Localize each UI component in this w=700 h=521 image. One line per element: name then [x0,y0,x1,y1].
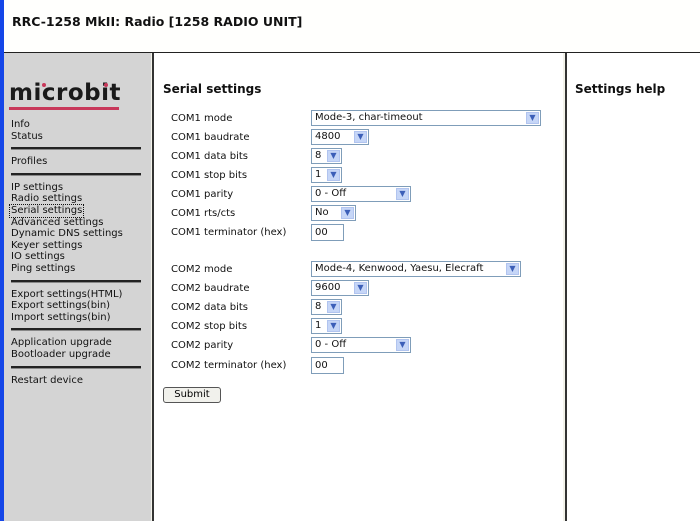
header-frame: RRC-1258 MkII: Radio [1258 RADIO UNIT] [4,0,700,53]
sidebar-item-application-upgrade[interactable]: Application upgrade [11,337,141,349]
sidebar-item-info[interactable]: Info [11,119,141,131]
com1-terminator-input[interactable]: 00 [311,224,344,241]
com2-databits-select[interactable]: 8 ▼ [311,299,342,315]
nav-divider [11,147,141,151]
chevron-down-icon: ▼ [327,169,340,181]
nav-divider [11,328,141,332]
com1-baud-label: COM1 baudrate [171,132,250,143]
com1-terminator-label: COM1 terminator (hex) [171,227,287,238]
logo-underline [9,107,119,110]
com1-databits-label: COM1 data bits [171,151,248,162]
sidebar-item-profiles[interactable]: Profiles [11,156,141,168]
sidebar-item-radio-settings[interactable]: Radio settings [11,193,141,205]
com1-stopbits-label: COM1 stop bits [171,170,248,181]
sidebar-item-bootloader-upgrade[interactable]: Bootloader upgrade [11,349,141,361]
chevron-down-icon: ▼ [506,263,519,275]
com2-terminator-input[interactable]: 00 [311,357,344,374]
chevron-down-icon: ▼ [526,112,539,124]
com2-stopbits-label: COM2 stop bits [171,321,248,332]
sidebar-item-io-settings[interactable]: IO settings [11,251,141,263]
chevron-down-icon: ▼ [396,339,409,351]
com1-stopbits-select[interactable]: 1 ▼ [311,167,342,183]
sidebar-item-import-bin[interactable]: Import settings(bin) [11,312,141,324]
com2-stopbits-select[interactable]: 1 ▼ [311,318,342,334]
sidebar-item-ping-settings[interactable]: Ping settings [11,263,141,275]
chevron-down-icon: ▼ [354,131,367,143]
page-title: RRC-1258 MkII: Radio [1258 RADIO UNIT] [12,14,303,29]
chevron-down-icon: ▼ [396,188,409,200]
sidebar-item-export-bin[interactable]: Export settings(bin) [11,300,141,312]
frame-divider-left[interactable] [152,53,154,521]
chevron-down-icon: ▼ [341,207,354,219]
com2-mode-label: COM2 mode [171,264,233,275]
main-frame: Serial settings COM1 mode Mode-3, char-t… [155,53,563,521]
com1-mode-select[interactable]: Mode-3, char-timeout ▼ [311,110,541,126]
com2-databits-label: COM2 data bits [171,302,248,313]
sidebar-item-restart-device[interactable]: Restart device [11,375,141,387]
sidebar-item-export-html[interactable]: Export settings(HTML) [11,289,141,301]
chevron-down-icon: ▼ [354,282,367,294]
submit-button[interactable]: Submit [163,387,221,403]
com1-parity-label: COM1 parity [171,189,234,200]
com1-mode-label: COM1 mode [171,113,233,124]
com2-baud-label: COM2 baudrate [171,283,250,294]
sidebar-item-serial-settings[interactable]: Serial settings [8,204,85,218]
help-heading: Settings help [575,82,666,96]
com1-rtscts-select[interactable]: No ▼ [311,205,356,221]
com2-parity-select[interactable]: 0 - Off ▼ [311,337,411,353]
sidebar-item-status[interactable]: Status [11,131,141,143]
com2-terminator-label: COM2 terminator (hex) [171,360,287,371]
com1-databits-select[interactable]: 8 ▼ [311,148,342,164]
com1-rtscts-label: COM1 rts/cts [171,208,236,219]
microbit-logo: microbit [9,80,121,112]
com2-parity-label: COM2 parity [171,340,234,351]
chevron-down-icon: ▼ [327,150,340,162]
sidebar-item-ip-settings[interactable]: IP settings [11,182,141,194]
com2-baud-select[interactable]: 9600 ▼ [311,280,369,296]
section-heading: Serial settings [163,82,262,96]
sidebar-nav: Info Status Profiles IP settings Radio s… [8,119,141,387]
com1-baud-select[interactable]: 4800 ▼ [311,129,369,145]
com2-mode-select[interactable]: Mode-4, Kenwood, Yaesu, Elecraft ▼ [311,261,521,277]
logo-dot [42,83,46,87]
help-frame: Settings help [567,53,700,521]
com1-parity-select[interactable]: 0 - Off ▼ [311,186,411,202]
sidebar-item-keyer-settings[interactable]: Keyer settings [11,240,141,252]
logo-dot [104,83,108,87]
sidebar-item-advanced-settings[interactable]: Advanced settings [11,217,141,229]
nav-divider [11,279,141,283]
nav-divider [11,365,141,369]
chevron-down-icon: ▼ [327,301,340,313]
sidebar-item-dynamic-dns-settings[interactable]: Dynamic DNS settings [11,228,141,240]
chevron-down-icon: ▼ [327,320,340,332]
nav-divider [11,172,141,176]
